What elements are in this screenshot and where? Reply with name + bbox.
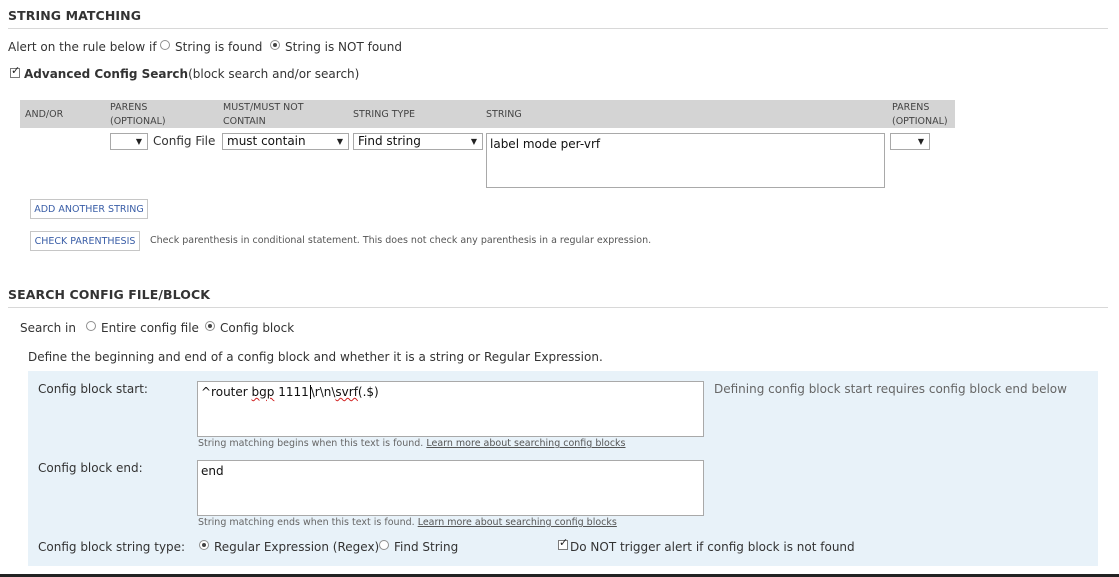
col-parens-open-line2: (OPTIONAL) xyxy=(110,116,166,127)
config-block-start-hint: String matching begins when this text is… xyxy=(198,438,626,449)
must-contain-select[interactable]: must contain ▼ xyxy=(222,133,349,150)
start-text-part: bgp xyxy=(251,385,275,399)
no-trigger-label[interactable]: Do NOT trigger alert if config block is … xyxy=(570,540,855,554)
config-block-end-label: Config block end: xyxy=(38,461,143,475)
config-block-type-label: Config block string type: xyxy=(38,540,186,554)
section-divider xyxy=(8,28,1108,29)
section-divider xyxy=(8,307,1108,308)
parens-open-select[interactable]: ▼ xyxy=(110,133,148,150)
string-type-value: Find string xyxy=(358,134,421,148)
col-and-or: AND/OR xyxy=(25,109,64,120)
radio-config-block-label[interactable]: Config block xyxy=(220,321,294,335)
col-parens-close-line2: (OPTIONAL) xyxy=(892,116,948,127)
radio-string-found-label[interactable]: String is found xyxy=(175,40,262,54)
radio-find-string[interactable] xyxy=(379,540,389,550)
section-title-search-config: SEARCH CONFIG FILE/BLOCK xyxy=(8,287,211,302)
col-must-line1: MUST/MUST NOT xyxy=(223,102,304,113)
radio-regex-label[interactable]: Regular Expression (Regex) xyxy=(214,540,379,554)
alert-rule-label: Alert on the rule below if xyxy=(8,40,157,54)
chevron-down-icon: ▼ xyxy=(917,137,924,146)
radio-string-not-found-label[interactable]: String is NOT found xyxy=(285,40,402,54)
advanced-config-search-checkbox[interactable]: ✓ xyxy=(10,64,21,78)
config-block-description: Define the beginning and end of a config… xyxy=(28,350,603,364)
parens-close-select[interactable]: ▼ xyxy=(890,133,930,150)
chevron-down-icon: ▼ xyxy=(336,137,343,146)
config-block-end-textarea[interactable]: end xyxy=(197,460,704,516)
col-parens-close-line1: PARENS xyxy=(892,102,930,113)
check-parenthesis-button[interactable]: CHECK PARENTHESIS xyxy=(30,231,140,251)
advanced-config-search-title: Advanced Config Search xyxy=(24,67,189,81)
start-text-part: ^router xyxy=(201,385,252,399)
start-text-part: svrf xyxy=(335,385,358,399)
advanced-config-search-label[interactable]: Advanced Config Search(block search and/… xyxy=(24,67,359,81)
start-text-part: (.$) xyxy=(357,385,379,399)
end-hint-text: String matching ends when this text is f… xyxy=(198,517,415,528)
start-text-part: \r\n\ xyxy=(310,385,336,399)
radio-string-not-found[interactable] xyxy=(270,40,280,50)
config-file-label: Config File xyxy=(153,134,216,148)
must-contain-value: must contain xyxy=(227,134,306,148)
checkmark-icon: ✓ xyxy=(559,536,569,549)
start-hint-text: String matching begins when this text is… xyxy=(198,438,424,449)
col-string: STRING xyxy=(486,109,522,120)
config-block-end-hint: String matching ends when this text is f… xyxy=(198,517,617,528)
advanced-config-search-note: (block search and/or search) xyxy=(188,67,360,81)
radio-entire-config[interactable] xyxy=(86,321,96,331)
config-block-start-label: Config block start: xyxy=(38,382,148,396)
col-string-type: STRING TYPE xyxy=(353,109,416,120)
start-text-part: 1111 xyxy=(274,385,309,399)
chevron-down-icon: ▼ xyxy=(470,137,477,146)
radio-string-found[interactable] xyxy=(160,40,170,50)
string-textarea[interactable]: label mode per-vrf xyxy=(486,133,885,188)
config-block-start-textarea[interactable]: ^router bgp 1111 \r\n\svrf(.$) xyxy=(197,381,704,437)
config-block-start-note: Defining config block start requires con… xyxy=(714,382,1067,396)
string-type-select[interactable]: Find string ▼ xyxy=(353,133,483,150)
radio-entire-config-label[interactable]: Entire config file xyxy=(101,321,199,335)
radio-find-string-label[interactable]: Find String xyxy=(394,540,458,554)
learn-more-link[interactable]: Learn more about searching config blocks xyxy=(426,438,625,449)
learn-more-link[interactable]: Learn more about searching config blocks xyxy=(418,517,617,528)
search-in-label: Search in xyxy=(20,321,76,335)
check-parenthesis-note: Check parenthesis in conditional stateme… xyxy=(150,235,652,246)
add-another-string-button[interactable]: ADD ANOTHER STRING xyxy=(30,199,148,219)
radio-regex[interactable] xyxy=(199,540,209,550)
no-trigger-checkbox[interactable]: ✓ xyxy=(558,536,569,550)
chevron-down-icon: ▼ xyxy=(135,137,142,146)
radio-config-block[interactable] xyxy=(205,321,215,331)
col-must-line2: CONTAIN xyxy=(223,116,266,127)
section-title-string-matching: STRING MATCHING xyxy=(8,8,142,23)
col-parens-open-line1: PARENS xyxy=(110,102,148,113)
checkmark-icon: ✓ xyxy=(11,64,21,77)
